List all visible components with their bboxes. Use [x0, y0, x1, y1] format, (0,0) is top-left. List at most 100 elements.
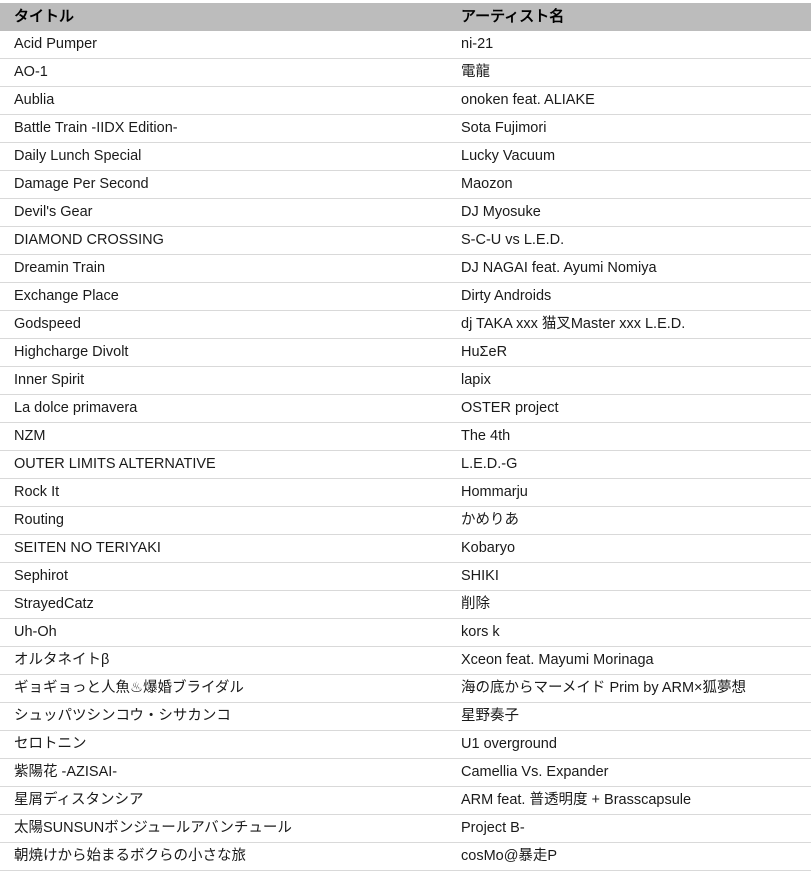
- cell-artist: Maozon: [452, 170, 811, 199]
- table-row[interactable]: Battle Train -IIDX Edition- Sota Fujimori: [0, 114, 811, 143]
- song-artist: Kobaryo: [461, 540, 516, 556]
- song-artist: 星野奏子: [461, 708, 519, 724]
- table-row[interactable]: Godspeed dj TAKA xxx 猫叉Master xxx L.E.D.: [0, 310, 811, 339]
- table-row[interactable]: Devil's Gear DJ Myosuke: [0, 198, 811, 227]
- table-row[interactable]: Sephirot SHIKI: [0, 562, 811, 591]
- table-row[interactable]: オルタネイトβ Xceon feat. Mayumi Morinaga: [0, 646, 811, 675]
- song-artist: U1 overground: [461, 736, 557, 752]
- table-row[interactable]: La dolce primavera OSTER project: [0, 394, 811, 423]
- song-artist: ni-21: [461, 36, 494, 52]
- cell-title: Routing: [0, 506, 452, 535]
- song-artist: onoken feat. ALIAKE: [461, 92, 595, 108]
- table-row[interactable]: Dreamin Train DJ NAGAI feat. Ayumi Nomiya: [0, 254, 811, 283]
- song-artist: kors k: [461, 624, 500, 640]
- song-artist: HuΣeR: [461, 344, 508, 360]
- cell-title: StrayedCatz: [0, 590, 452, 619]
- table-row[interactable]: Exchange Place Dirty Androids: [0, 282, 811, 311]
- table-row[interactable]: ギョギョっと人魚♨爆婚ブライダル 海の底からマーメイド Prim by ARM×狐…: [0, 674, 811, 703]
- cell-title: Rock It: [0, 478, 452, 507]
- cell-artist: The 4th: [452, 422, 811, 451]
- table-body: Acid Pumper ni-21 AO-1 電龍 Aublia onoken feat.…: [0, 31, 811, 871]
- table-row[interactable]: Uh-Oh kors k: [0, 618, 811, 647]
- cell-artist: ni-21: [452, 31, 811, 59]
- table-row[interactable]: StrayedCatz 削除: [0, 590, 811, 619]
- cell-title: SEITEN NO TERIYAKI: [0, 534, 452, 563]
- table-row[interactable]: 紫陽花 -AZISAI- Camellia Vs. Expander: [0, 758, 811, 787]
- table-row[interactable]: Inner Spirit lapix: [0, 366, 811, 395]
- song-title: Sephirot: [14, 568, 69, 584]
- cell-artist: dj TAKA xxx 猫叉Master xxx L.E.D.: [452, 310, 811, 339]
- cell-title: DIAMOND CROSSING: [0, 226, 452, 255]
- song-title: Battle Train -IIDX Edition-: [14, 120, 178, 136]
- song-title: オルタネイトβ: [14, 652, 110, 668]
- song-title: SEITEN NO TERIYAKI: [14, 540, 161, 556]
- table-row[interactable]: Highcharge Divolt HuΣeR: [0, 338, 811, 367]
- song-artist: Hommarju: [461, 484, 528, 500]
- cell-title: La dolce primavera: [0, 394, 452, 423]
- cell-title: オルタネイトβ: [0, 646, 452, 675]
- table-row[interactable]: 太陽SUNSUNボンジュールアバンチュール Project B-: [0, 814, 811, 843]
- song-title: Uh-Oh: [14, 624, 57, 640]
- table-row[interactable]: Rock It Hommarju: [0, 478, 811, 507]
- song-title: Exchange Place: [14, 288, 119, 304]
- song-title: Damage Per Second: [14, 176, 149, 192]
- column-header-artist[interactable]: アーティスト名: [452, 3, 811, 31]
- song-artist: Sota Fujimori: [461, 120, 547, 136]
- song-title: Inner Spirit: [14, 372, 85, 388]
- table-row[interactable]: Daily Lunch Special Lucky Vacuum: [0, 142, 811, 171]
- cell-title: 星屑ディスタンシア: [0, 786, 452, 815]
- song-title: AO-1: [14, 64, 48, 80]
- song-title: Daily Lunch Special: [14, 148, 142, 164]
- song-title: 紫陽花 -AZISAI-: [14, 764, 118, 780]
- song-artist: Dirty Androids: [461, 288, 552, 304]
- table-row[interactable]: シュッパツシンコウ・シサカンコ 星野奏子: [0, 702, 811, 731]
- song-artist: DJ NAGAI feat. Ayumi Nomiya: [461, 260, 657, 276]
- cell-artist: lapix: [452, 366, 811, 395]
- cell-artist: onoken feat. ALIAKE: [452, 86, 811, 115]
- song-artist: DJ Myosuke: [461, 204, 541, 220]
- cell-artist: 削除: [452, 590, 811, 619]
- cell-artist: SHIKI: [452, 562, 811, 591]
- cell-title: Damage Per Second: [0, 170, 452, 199]
- cell-title: Exchange Place: [0, 282, 452, 311]
- table-row[interactable]: Acid Pumper ni-21: [0, 31, 811, 59]
- cell-title: Devil's Gear: [0, 198, 452, 227]
- cell-artist: Xceon feat. Mayumi Morinaga: [452, 646, 811, 675]
- table-row[interactable]: 朝焼けから始まるボクらの小さな旅 cosMo@暴走P: [0, 842, 811, 871]
- song-artist: ARM feat. 普透明度 + Brasscapsule: [461, 792, 692, 808]
- table-row[interactable]: DIAMOND CROSSING S-C-U vs L.E.D.: [0, 226, 811, 255]
- table-row[interactable]: AO-1 電龍: [0, 58, 811, 87]
- song-artist: lapix: [461, 372, 491, 388]
- cell-artist: DJ Myosuke: [452, 198, 811, 227]
- cell-title: シュッパツシンコウ・シサカンコ: [0, 702, 452, 731]
- song-artist: Xceon feat. Mayumi Morinaga: [461, 652, 654, 668]
- table-row[interactable]: OUTER LIMITS ALTERNATIVE L.E.D.-G: [0, 450, 811, 479]
- cell-title: セロトニン: [0, 730, 452, 759]
- cell-artist: 電龍: [452, 58, 811, 87]
- cell-title: Dreamin Train: [0, 254, 452, 283]
- column-header-title[interactable]: タイトル: [0, 3, 452, 31]
- cell-title: Highcharge Divolt: [0, 338, 452, 367]
- table-row[interactable]: Routing かめりあ: [0, 506, 811, 535]
- cell-artist: cosMo@暴走P: [452, 842, 811, 871]
- table-row[interactable]: Damage Per Second Maozon: [0, 170, 811, 199]
- cell-artist: Camellia Vs. Expander: [452, 758, 811, 787]
- table-row[interactable]: SEITEN NO TERIYAKI Kobaryo: [0, 534, 811, 563]
- table-row[interactable]: NZM The 4th: [0, 422, 811, 451]
- column-header-title-label: タイトル: [14, 8, 75, 25]
- song-title: 朝焼けから始まるボクらの小さな旅: [14, 848, 246, 864]
- cell-artist: 星野奏子: [452, 702, 811, 731]
- song-artist: dj TAKA xxx 猫叉Master xxx L.E.D.: [461, 316, 686, 332]
- cell-artist: U1 overground: [452, 730, 811, 759]
- table-row[interactable]: 星屑ディスタンシア ARM feat. 普透明度 + Brasscapsule: [0, 786, 811, 815]
- cell-title: 太陽SUNSUNボンジュールアバンチュール: [0, 814, 452, 843]
- cell-artist: HuΣeR: [452, 338, 811, 367]
- cell-title: Acid Pumper: [0, 31, 452, 59]
- song-list-table: タイトル アーティスト名 Acid Pumper ni-21 AO-1 電龍 Aubli…: [0, 3, 811, 871]
- song-title: NZM: [14, 428, 46, 444]
- song-title: Godspeed: [14, 316, 81, 332]
- table-row[interactable]: Aublia onoken feat. ALIAKE: [0, 86, 811, 115]
- song-artist: 削除: [461, 596, 490, 612]
- table-row[interactable]: セロトニン U1 overground: [0, 730, 811, 759]
- song-artist: Project B-: [461, 820, 525, 836]
